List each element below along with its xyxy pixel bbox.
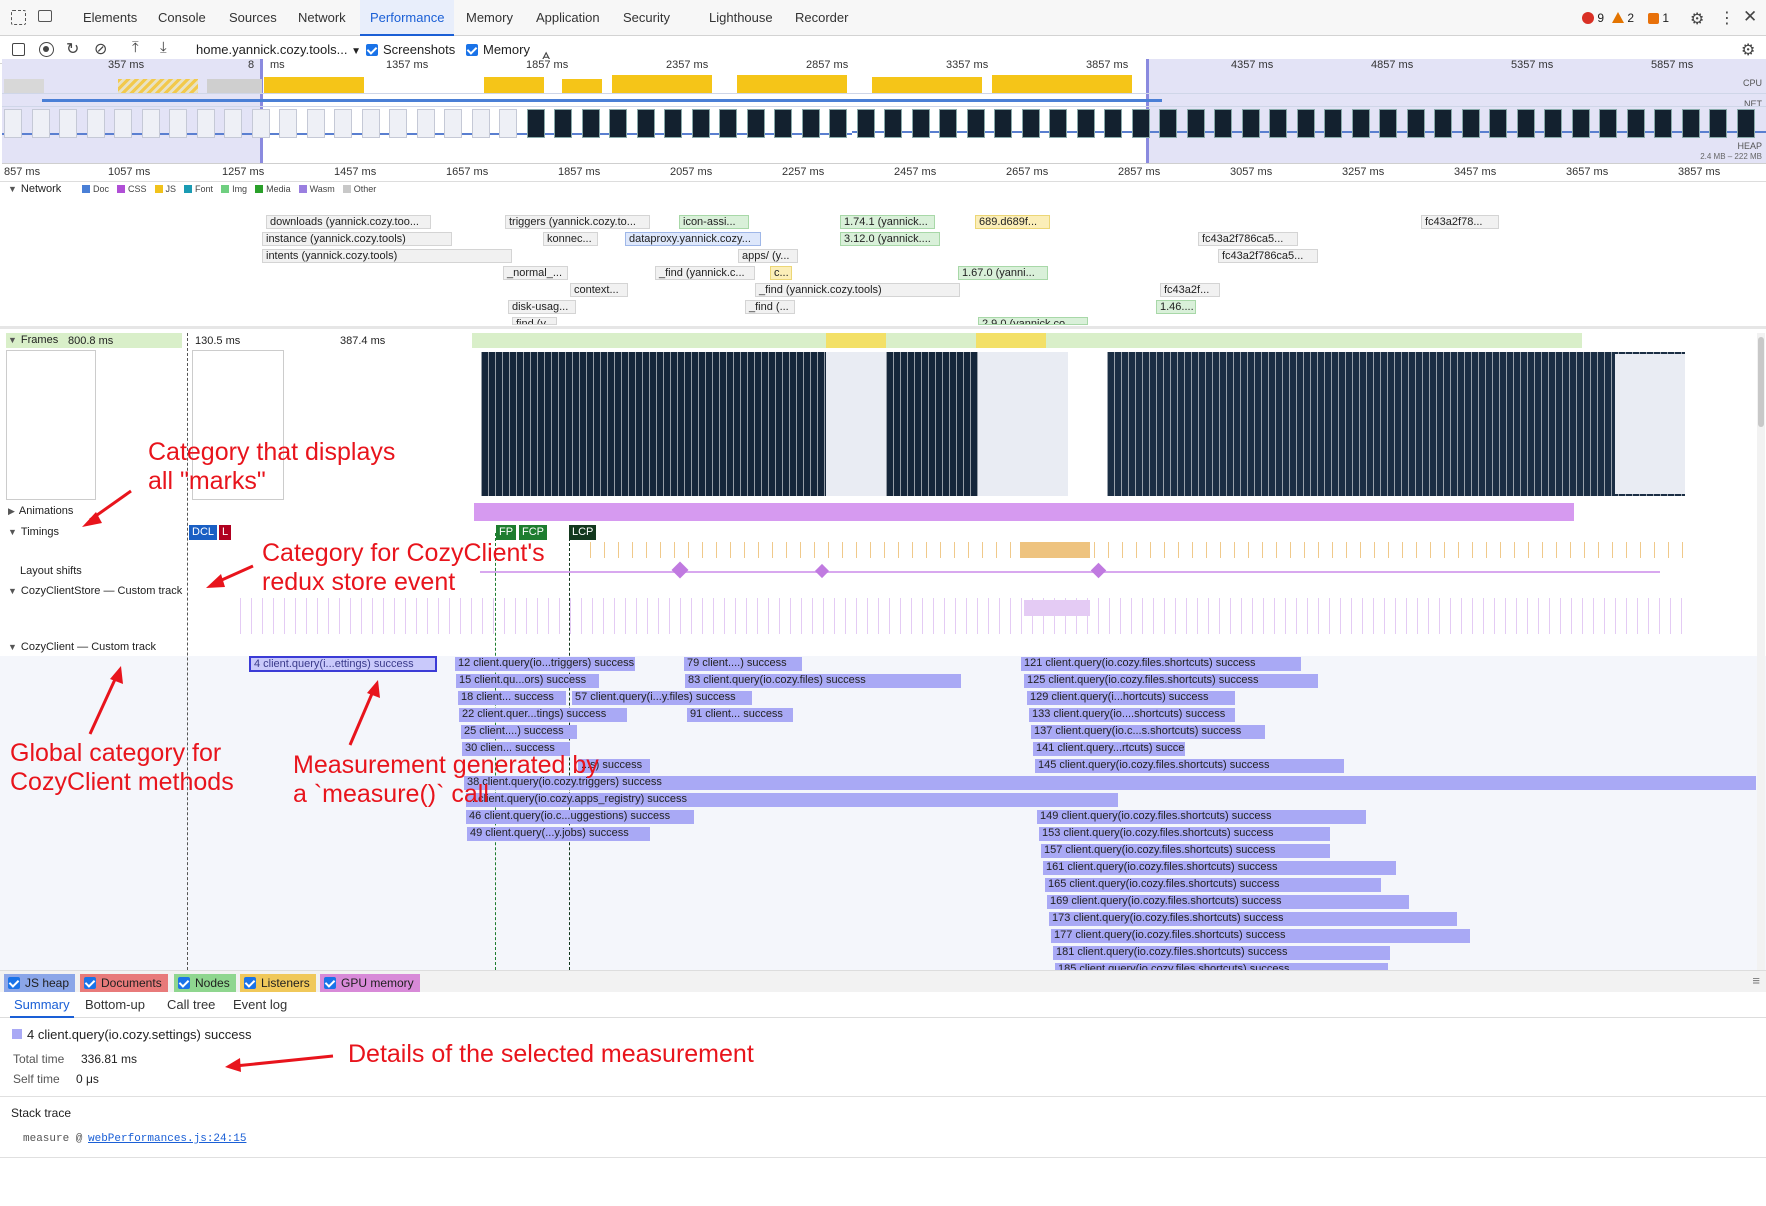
checkbox-checked-icon [324, 977, 336, 989]
stack-frame-function: measure @ [23, 1133, 83, 1145]
tab-call-tree[interactable]: Call tree [167, 992, 215, 1018]
measure-color-swatch [12, 1029, 22, 1039]
checkbox-checked-icon [8, 977, 20, 989]
stack-frame-link[interactable]: webPerformances.js:24:15 [88, 1133, 246, 1145]
checkbox-checked-icon [84, 977, 96, 989]
listeners-checkbox[interactable]: Listeners [240, 974, 316, 992]
total-time-value: 336.81 ms [81, 1052, 138, 1066]
summary-title: 4 client.query(io.cozy.settings) success [27, 1027, 252, 1042]
tab-event-log[interactable]: Event log [233, 992, 287, 1018]
drag-handle-icon[interactable]: ≡ [1752, 973, 1760, 988]
annotation-arrows [82, 489, 380, 1072]
memory-counters-bar: JS heap Documents Nodes Listeners GPU me… [0, 970, 1766, 992]
details-tabbar: Summary Bottom-up Call tree Event log [0, 992, 1766, 1018]
checkbox-checked-icon [178, 977, 190, 989]
tab-summary[interactable]: Summary [10, 992, 74, 1018]
tab-bottom-up[interactable]: Bottom-up [85, 992, 145, 1018]
js-heap-checkbox[interactable]: JS heap [4, 974, 76, 992]
total-time-label: Total time [13, 1052, 65, 1066]
stack-trace-title: Stack trace [11, 1106, 72, 1120]
self-time-value: 0 μs [76, 1072, 99, 1086]
checkbox-checked-icon [244, 977, 256, 989]
gpu-memory-checkbox[interactable]: GPU memory [320, 974, 420, 992]
documents-checkbox[interactable]: Documents [80, 974, 168, 992]
nodes-checkbox[interactable]: Nodes [174, 974, 236, 992]
self-time-label: Self time [13, 1072, 60, 1086]
